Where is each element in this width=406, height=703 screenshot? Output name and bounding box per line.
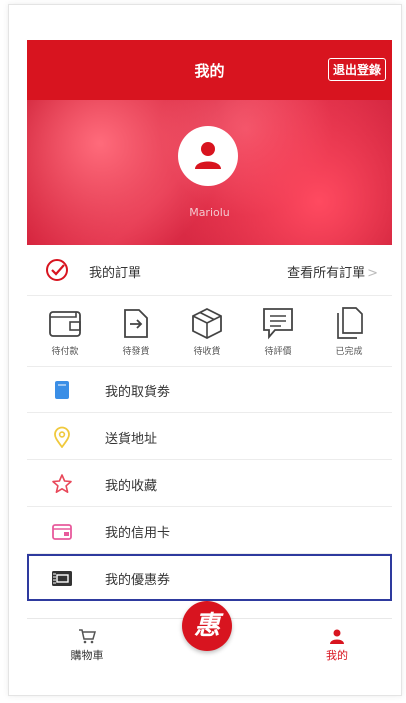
profile-banner: Mariolu	[27, 100, 392, 245]
menu-item-label: 我的取貨劵	[105, 385, 171, 400]
chevron-right-icon: >	[367, 266, 378, 281]
status-pending-review[interactable]: 待評價	[248, 304, 308, 357]
ship-icon	[124, 309, 148, 338]
tab-cart-label: 購物車	[70, 649, 104, 662]
tab-me[interactable]: 我的	[312, 628, 362, 663]
menu-item-label: 我的收藏	[105, 479, 158, 494]
package-icon	[192, 307, 222, 340]
location-pin-icon	[54, 426, 70, 448]
star-icon	[52, 474, 72, 493]
status-label: 待評價	[264, 347, 292, 357]
my-orders-row[interactable]: 我的訂單 查看所有訂單 >	[27, 245, 392, 296]
check-circle-icon	[46, 259, 68, 281]
user-icon	[330, 629, 344, 644]
username: Mariolu	[189, 206, 230, 219]
coupon-icon	[52, 571, 72, 586]
status-pending-receipt[interactable]: 待收貨	[177, 304, 237, 357]
status-pending-shipment[interactable]: 待發貨	[106, 304, 166, 357]
completed-icon	[337, 307, 363, 339]
bottom-tab-bar: 購物車 惠 我的	[27, 601, 392, 685]
cart-icon	[79, 629, 96, 644]
credit-card-icon	[52, 524, 72, 540]
menu-item-favorites[interactable]: 我的收藏	[27, 460, 392, 507]
pickup-coupon-icon	[55, 381, 69, 399]
menu-item-coupons[interactable]: 我的優惠券	[27, 554, 392, 601]
tab-deals-button[interactable]: 惠	[182, 601, 232, 651]
my-orders-label: 我的訂單	[89, 266, 142, 281]
avatar[interactable]	[178, 126, 238, 186]
order-status-row: 待付款 待發貨 待收貨 待評價 已完成	[27, 296, 392, 367]
app-screen: 我的 退出登錄 Mariolu 我的訂單 查看所有訂單 > 待付款 待發貨 待收…	[27, 40, 392, 685]
status-completed[interactable]: 已完成	[319, 304, 379, 357]
status-label: 已完成	[335, 347, 363, 357]
tab-cart[interactable]: 購物車	[62, 628, 112, 663]
status-label: 待付款	[51, 347, 79, 357]
status-label: 待收貨	[193, 347, 221, 357]
top-bar: 我的 退出登錄	[27, 40, 392, 100]
status-pending-payment[interactable]: 待付款	[35, 304, 95, 357]
menu-item-label: 送貨地址	[105, 432, 158, 447]
menu-item-credit-card[interactable]: 我的信用卡	[27, 507, 392, 554]
status-label: 待發貨	[122, 347, 150, 357]
menu-item-delivery-address[interactable]: 送貨地址	[27, 413, 392, 460]
menu-item-label: 我的信用卡	[105, 526, 171, 541]
tab-me-label: 我的	[326, 649, 348, 662]
menu-item-label: 我的優惠券	[105, 573, 171, 588]
menu-item-pickup-coupon[interactable]: 我的取貨劵	[27, 366, 392, 413]
user-icon	[195, 142, 221, 169]
view-all-orders-label: 查看所有訂單	[287, 266, 366, 281]
view-all-orders-link[interactable]: 查看所有訂單 >	[287, 262, 378, 281]
review-icon	[263, 308, 293, 340]
menu-list: 我的取貨劵 送貨地址 我的收藏 我的信用卡 我的優惠券	[27, 366, 392, 601]
logout-button[interactable]: 退出登錄	[327, 58, 386, 81]
wallet-icon	[49, 311, 81, 337]
